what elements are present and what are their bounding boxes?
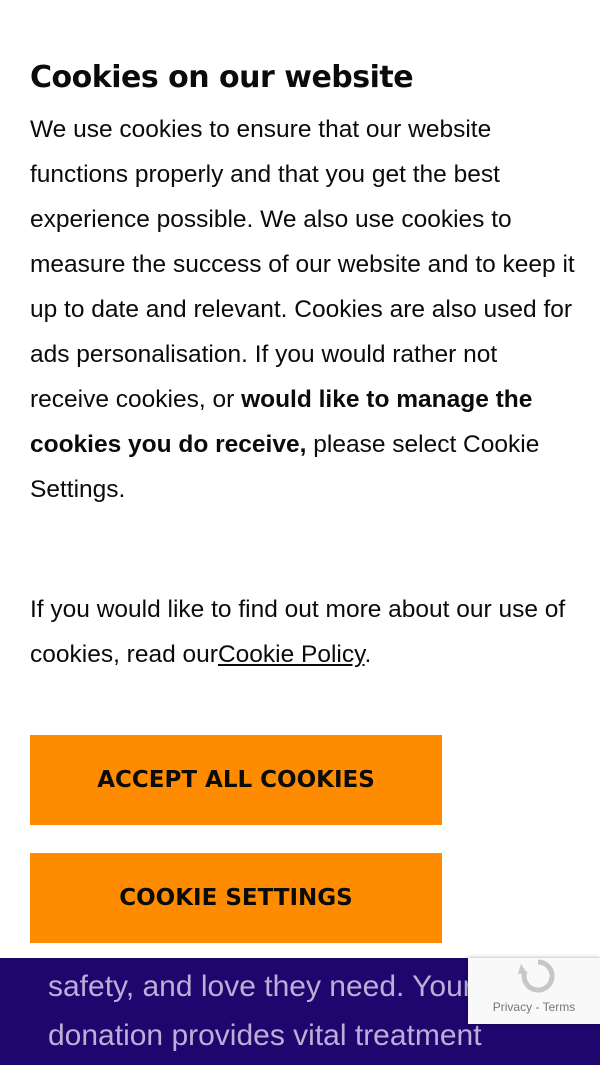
recaptcha-privacy-link[interactable]: Privacy [493,1000,532,1014]
cookie-policy-text: If you would like to find out more about… [30,587,575,677]
cookie-description: We use cookies to ensure that our websit… [30,107,575,512]
cookie-settings-button[interactable]: COOKIE SETTINGS [30,853,442,943]
background-text-line: donation provides vital treatment [48,1019,482,1052]
recaptcha-links: Privacy - Terms [468,1000,600,1014]
background-text-line: safety, and love they need. Your [48,970,473,1003]
recaptcha-terms-link[interactable]: Terms [543,1000,576,1014]
cookie-policy-end: . [364,641,372,668]
recaptcha-badge[interactable]: Privacy - Terms [468,958,600,1024]
recaptcha-icon [518,959,555,993]
cookie-description-intro: We use cookies to ensure that our websit… [30,116,575,413]
cookie-policy-link[interactable]: Cookie Policy [218,641,365,668]
cookie-modal-title: Cookies on our website [30,60,414,95]
accept-all-cookies-button[interactable]: ACCEPT ALL COOKIES [30,735,442,825]
cookie-consent-modal: Cookies on our website We use cookies to… [0,0,600,958]
recaptcha-separator: - [532,1000,543,1014]
